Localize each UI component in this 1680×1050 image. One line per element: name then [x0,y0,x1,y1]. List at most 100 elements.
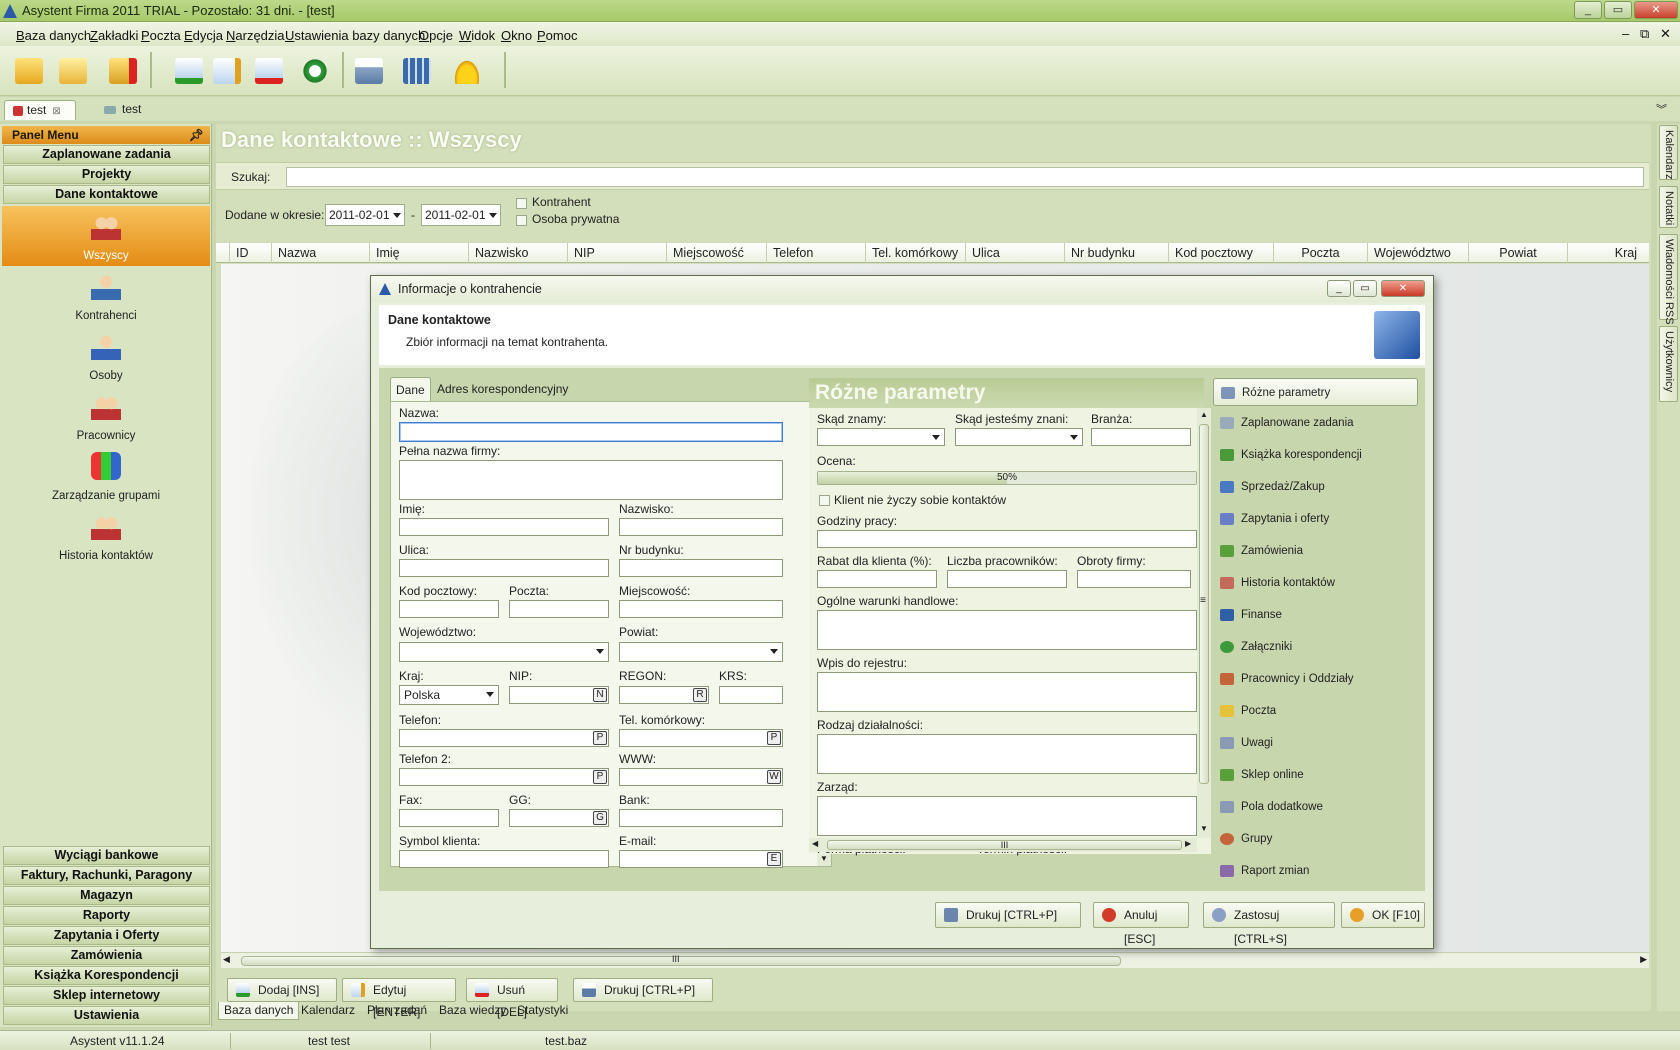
side-tab-uzytkownicy[interactable]: Użytkownicy [1659,326,1678,402]
menu-pomoc[interactable]: Pomoc [537,28,577,43]
minimize-button[interactable]: _ [1574,1,1602,19]
nav-kontrahenci[interactable]: Kontrahenci [2,266,210,326]
wpis-rejestru-input[interactable] [817,672,1197,712]
menu-opcje[interactable]: Opcje [419,28,453,43]
tab-statystyki[interactable]: Statystyki [512,1002,573,1020]
group-faktury[interactable]: Faktury, Rachunki, Paragony [3,866,210,885]
phone2-call-button[interactable]: P [593,770,607,784]
nav-zalaczniki[interactable]: Załączniki [1213,633,1418,661]
regon-lookup-button[interactable]: R [693,688,707,702]
www-input[interactable]: W [619,768,783,786]
close-button[interactable]: ✕ [1634,1,1678,19]
nav-zaplanowane-zadania[interactable]: Zaplanowane zadania [1213,409,1418,437]
delete-record-button[interactable] [250,52,288,90]
miejscowosc-input[interactable] [619,600,783,618]
dialog-minimize-button[interactable]: _ [1327,280,1351,297]
col-kraj[interactable]: Kraj [1568,243,1649,263]
col-nr-budynku[interactable]: Nr budynku [1065,243,1169,263]
tab-adres-korespondencyjny[interactable]: Adres korespondencyjny [432,377,573,401]
scroll-thumb[interactable]: III [241,954,1121,966]
menu-narzedzia[interactable]: Narzędzia [226,28,285,43]
menu-okno[interactable]: Okno [501,28,532,43]
nip-input[interactable]: N [509,686,609,704]
dialog-close-button[interactable]: ✕ [1381,280,1425,297]
tab-baza-danych[interactable]: Baza danych [218,1002,300,1020]
menu-poczta[interactable]: Poczta [141,28,181,43]
maximize-button[interactable]: ▭ [1604,1,1632,19]
search-input[interactable] [286,167,1644,187]
col-tel-komorkowy[interactable]: Tel. komórkowy [866,243,966,263]
kraj-select[interactable]: Polska [399,685,499,705]
notifications-button[interactable] [448,52,486,90]
nav-grupy[interactable]: Grupy [1213,825,1418,853]
nip-lookup-button[interactable]: N [593,688,607,702]
zarzad-input[interactable] [817,796,1197,836]
col-nip[interactable]: NIP [568,243,667,263]
open-database-button[interactable] [54,52,92,90]
mdi-close-icon[interactable]: ✕ [1660,26,1671,42]
refresh-button[interactable] [296,52,334,90]
group-ksiazka-korespondencji[interactable]: Książka Korespondencji [3,966,210,985]
email-input[interactable]: E [619,850,783,868]
col-wojewodztwo[interactable]: Województwo [1368,243,1469,263]
group-sklep-internetowy[interactable]: Sklep internetowy [3,986,210,1005]
pin-icon[interactable]: 📌︎ [189,126,204,144]
col-nazwa[interactable]: Nazwa [272,243,370,263]
send-email-button[interactable]: E [767,852,781,866]
group-wyciagi-bankowe[interactable]: Wyciągi bankowe [3,846,210,865]
skad-jestesmy-select[interactable] [955,428,1083,446]
date-to-picker[interactable]: 2011-02-01 [421,204,501,226]
doc-tab-test-active[interactable]: test ⊠ [4,100,76,120]
nav-zamowienia[interactable]: Zamówienia [1213,537,1418,565]
ulica-input[interactable] [399,559,609,577]
nav-zapytania-oferty[interactable]: Zapytania i oferty [1213,505,1418,533]
col-id[interactable]: ID [230,243,272,263]
nav-pracownicy-oddzialy[interactable]: Pracownicy i Oddziały [1213,665,1418,693]
nav-zarzadzanie-grupami[interactable]: Zarządzanie grupami [2,446,210,506]
symbol-klienta-input[interactable] [399,850,609,868]
group-projekty[interactable]: Projekty [3,165,210,184]
group-zaplanowane-zadania[interactable]: Zaplanowane zadania [3,145,210,164]
scroll-right-icon[interactable]: ▶ [1185,839,1191,848]
group-zamowienia[interactable]: Zamówienia [3,946,210,965]
delete-button[interactable]: Usuń [DEL] [466,978,558,1019]
group-ustawienia[interactable]: Ustawienia [3,1006,210,1025]
col-imie[interactable]: Imię [370,243,469,263]
rabat-input[interactable] [817,570,937,588]
print-list-button[interactable]: Drukuj [CTRL+P] [573,978,713,1002]
phone-call-button[interactable]: P [593,731,607,745]
col-telefon[interactable]: Telefon [767,243,866,263]
mdi-restore-icon[interactable]: ⧉ [1640,26,1649,42]
bank-input[interactable] [619,809,783,827]
open-www-button[interactable]: W [767,770,781,784]
nav-historia-kontaktow[interactable]: Historia kontaktów [2,506,210,566]
calculator-button[interactable] [398,52,436,90]
add-record-button[interactable] [170,52,208,90]
scroll-down-icon[interactable]: ▼ [1200,824,1208,833]
ocena-progress[interactable]: 50% [817,471,1197,485]
gg-input[interactable]: G [509,809,609,827]
kontrahent-checkbox[interactable] [516,198,527,209]
menu-widok[interactable]: Widok [459,28,495,43]
godziny-pracy-input[interactable] [817,530,1197,548]
scroll-thumb[interactable]: III [827,840,1182,850]
gg-button[interactable]: G [593,811,607,825]
group-magazyn[interactable]: Magazyn [3,886,210,905]
add-button[interactable]: Dodaj [INS] [227,978,337,1002]
nav-poczta[interactable]: Poczta [1213,697,1418,725]
nav-historia-kontaktow[interactable]: Historia kontaktów [1213,569,1418,597]
telefon-input[interactable]: P [399,729,609,747]
scroll-right-icon[interactable]: ▶ [1640,954,1647,965]
side-tab-kalendarz[interactable]: Kalendarz [1659,125,1678,180]
horizontal-scrollbar[interactable]: ◀ III ▶ [221,952,1649,968]
warunki-handlowe-input[interactable] [817,610,1197,650]
mdi-minimize-icon[interactable]: – [1622,26,1629,41]
params-hscroll[interactable]: ◀ III ▶ [809,838,1197,852]
tel-komorkowy-input[interactable]: P [619,729,783,747]
scroll-left-icon[interactable]: ◀ [223,954,230,965]
dialog-apply-button[interactable]: Zastosuj [CTRL+S] [1203,902,1335,946]
scroll-left-icon[interactable]: ◀ [812,839,818,848]
nazwa-input[interactable] [399,422,783,442]
scroll-thumb[interactable]: ≡ [1199,424,1209,784]
imie-input[interactable] [399,518,609,536]
